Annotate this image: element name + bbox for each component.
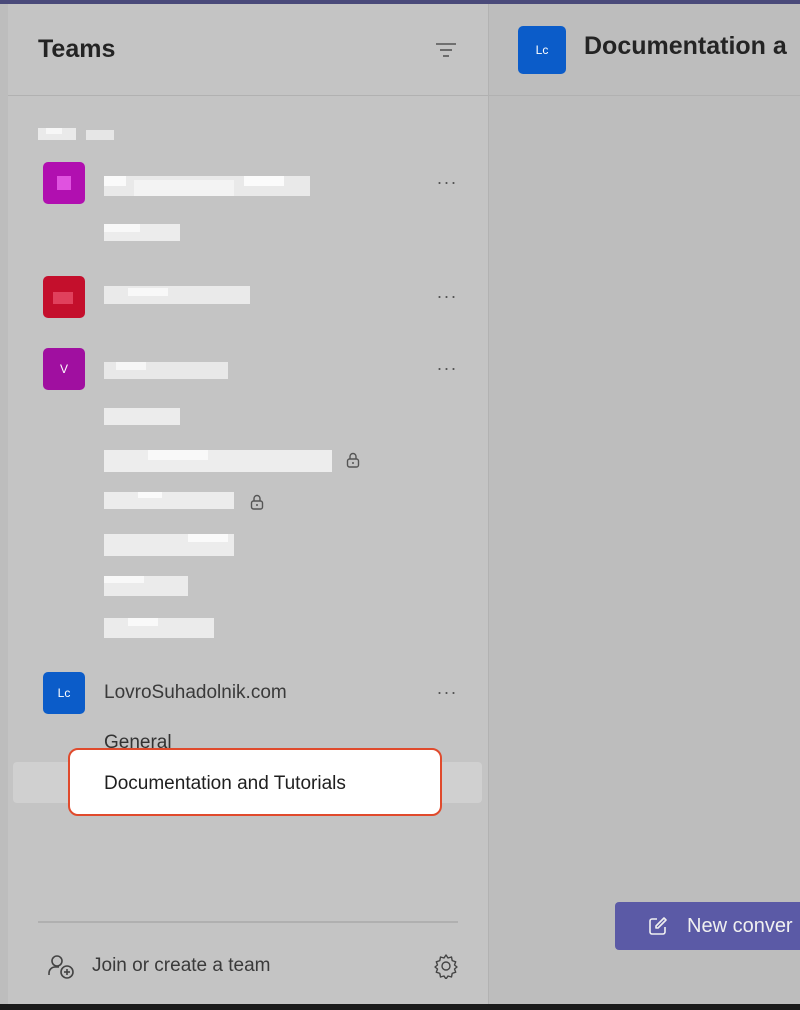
window-bottom-border: [0, 1004, 800, 1010]
team-name: LovroSuhadolnik.com: [104, 682, 287, 703]
more-options-button[interactable]: ···: [433, 359, 461, 382]
join-create-team-label: Join or create a team: [92, 955, 271, 976]
new-conversation-button[interactable]: New conver: [615, 902, 800, 950]
channel-avatar: Lc: [518, 26, 566, 74]
filter-button[interactable]: [432, 36, 460, 64]
team-item[interactable]: V ···: [8, 346, 488, 394]
sidebar-header: Teams: [8, 4, 488, 96]
team-avatar: [43, 276, 85, 318]
more-options-button[interactable]: ···: [433, 683, 461, 706]
channel-title: Documentation a: [584, 32, 787, 60]
team-item[interactable]: ···: [8, 160, 488, 208]
join-create-team-button[interactable]: Join or create a team: [38, 949, 298, 983]
team-item[interactable]: ···: [8, 274, 488, 322]
filter-icon: [436, 43, 456, 57]
channel-header: Lc Documentation a: [489, 4, 800, 96]
more-icon: ···: [436, 682, 458, 702]
sidebar-divider: [38, 921, 458, 923]
more-icon: ···: [436, 172, 458, 192]
new-conversation-label: New conver: [687, 915, 793, 937]
teams-sidebar: Teams ··· ··· V ··· Lc LovroSuhadolnik.c…: [8, 4, 489, 1004]
people-add-icon: [48, 955, 74, 979]
sidebar-title: Teams: [38, 35, 116, 63]
settings-button[interactable]: [433, 953, 459, 980]
team-avatar: [43, 162, 85, 204]
gear-icon: [434, 954, 458, 980]
more-icon: ···: [436, 286, 458, 306]
more-options-button[interactable]: ···: [433, 287, 461, 310]
compose-icon: [649, 917, 667, 935]
team-item-lovrosuhadolnik[interactable]: Lc LovroSuhadolnik.com ···: [8, 670, 488, 718]
lock-icon: [346, 452, 360, 468]
more-options-button[interactable]: ···: [433, 173, 461, 196]
team-avatar: V: [43, 348, 85, 390]
channel-item-documentation[interactable]: Documentation and Tutorials: [104, 773, 346, 795]
lock-icon: [250, 494, 264, 510]
team-avatar: Lc: [43, 672, 85, 714]
more-icon: ···: [436, 358, 458, 378]
